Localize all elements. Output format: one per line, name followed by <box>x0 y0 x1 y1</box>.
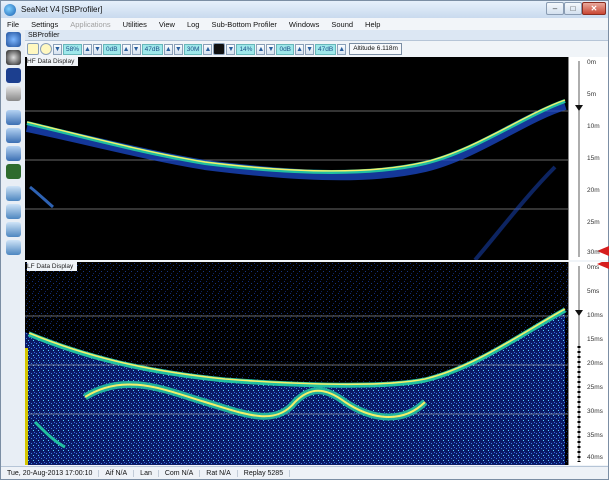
stop-icon[interactable] <box>6 68 21 83</box>
status-bar: Tue, 20-Aug-2013 17:00:10 Aif N/A Lan Co… <box>1 466 608 479</box>
hf-depth-marker <box>575 105 583 111</box>
lf-data-display[interactable]: LF Data Display <box>25 262 608 465</box>
left-toolbar <box>1 30 25 466</box>
hf-scale-label: 30m <box>587 249 600 256</box>
hf-seabed-echo <box>26 99 566 172</box>
help-icon[interactable] <box>6 32 21 47</box>
lf-db-up-button[interactable]: ▲ <box>295 43 305 55</box>
lf-db-value: 0dB <box>276 43 295 55</box>
hf-level-value: 47dB <box>141 43 163 55</box>
lf-scale-label: 40ms <box>587 454 603 461</box>
menu-sub-bottom-profiler[interactable]: Sub-Bottom Profiler <box>205 20 282 29</box>
lf-scale-label: 5ms <box>587 288 600 295</box>
lf-echogram <box>25 262 569 465</box>
hf-data-display[interactable]: HF Data Display <box>25 57 608 260</box>
lf-level-value: 47dB <box>315 43 337 55</box>
lf-scale-label: 25ms <box>587 384 603 391</box>
hf-echogram <box>25 99 569 260</box>
menu-help[interactable]: Help <box>359 20 386 29</box>
status-aif: Aif N/A <box>99 469 135 477</box>
lf-level-down-button[interactable]: ▼ <box>305 43 315 55</box>
subwindow-title: SBProfiler <box>25 30 608 41</box>
hf-side-echo <box>29 185 54 209</box>
print-icon[interactable] <box>6 110 21 125</box>
light-icon[interactable] <box>40 43 52 55</box>
hf-seabed-echo-mid <box>26 99 566 175</box>
altitude-readout: Altitude 6.118m <box>349 43 402 55</box>
app-window: SeaNet V4 [SBProfiler] – □ ✕ File Settin… <box>0 0 609 480</box>
status-lan: Lan <box>134 469 159 477</box>
lf-gain-up-button[interactable]: ▲ <box>256 43 266 55</box>
settings-icon[interactable] <box>27 43 39 55</box>
menu-view[interactable]: View <box>153 20 181 29</box>
title-bar: SeaNet V4 [SBProfiler] – □ ✕ <box>1 1 608 18</box>
menu-settings[interactable]: Settings <box>25 20 64 29</box>
hf-scale-label: 5m <box>587 91 597 98</box>
lf-scale-label: 35ms <box>587 432 603 439</box>
menu-log[interactable]: Log <box>181 20 206 29</box>
display-settings-icon[interactable] <box>6 164 21 179</box>
palette-icon[interactable] <box>213 43 226 55</box>
hf-side-echo-right <box>473 165 557 260</box>
menu-sound[interactable]: Sound <box>325 20 359 29</box>
monitor-icon[interactable] <box>6 186 21 201</box>
status-rat: Rat N/A <box>200 469 238 477</box>
hf-scale-label: 20m <box>587 187 600 194</box>
lf-scale-label: 20ms <box>587 360 603 367</box>
range-up-button[interactable]: ▲ <box>203 43 213 55</box>
close-button[interactable]: ✕ <box>582 2 606 15</box>
lf-db-down-button[interactable]: ▼ <box>266 43 276 55</box>
hf-level-down-button[interactable]: ▼ <box>131 43 141 55</box>
menu-utilities[interactable]: Utilities <box>117 20 153 29</box>
range-value: 30M <box>183 43 203 55</box>
lf-depth-scale: 0ms 5ms 10ms 15ms 20ms 25ms 30ms 35ms 40… <box>568 262 609 465</box>
computer-icon[interactable] <box>6 222 21 237</box>
lf-scale-label: 10ms <box>587 312 603 319</box>
window-title: SeaNet V4 [SBProfiler] <box>21 5 103 14</box>
status-datetime: Tue, 20-Aug-2013 17:00:10 <box>1 469 100 477</box>
record-icon[interactable] <box>6 146 21 161</box>
print-preview-icon[interactable] <box>6 128 21 143</box>
lf-panel-label: LF Data Display <box>27 262 78 271</box>
hf-db-value: 0dB <box>103 43 121 55</box>
hf-depth-scale: 0m 5m 10m 15m 20m 25m 30m <box>568 57 609 260</box>
menu-bar: File Settings Applications Utilities Vie… <box>1 18 608 30</box>
menu-file[interactable]: File <box>1 20 25 29</box>
lf-scale-label: 30ms <box>587 408 603 415</box>
hf-level-up-button[interactable]: ▲ <box>163 43 173 55</box>
lf-scale-label: 15ms <box>587 336 603 343</box>
menu-applications: Applications <box>70 19 111 29</box>
lf-edge-bar <box>25 348 28 465</box>
lf-gain-value: 14% <box>236 43 256 55</box>
hf-gain-value: 58% <box>63 43 83 55</box>
menu-windows[interactable]: Windows <box>283 20 325 29</box>
maximize-button[interactable]: □ <box>564 2 582 15</box>
app-icon <box>4 3 16 16</box>
hf-scale-label: 0m <box>587 59 597 66</box>
status-com: Com N/A <box>159 469 201 477</box>
lf-depth-marker <box>575 310 583 316</box>
control-bar: ▼ 58% ▲ ▼ 0dB ▲ ▼ 47dB ▲ ▼ 30M ▲ ▼ 14% ▲… <box>25 41 608 57</box>
hf-db-down-button[interactable]: ▼ <box>93 43 103 55</box>
hf-scale-label: 15m <box>587 155 600 162</box>
lf-level-up-button[interactable]: ▲ <box>337 43 347 55</box>
hf-scale-label: 10m <box>587 123 600 130</box>
network-icon[interactable] <box>6 204 21 219</box>
lf-gain-down-button[interactable]: ▼ <box>226 43 236 55</box>
hf-panel-label: HF Data Display <box>27 57 79 66</box>
hf-gain-down-button[interactable]: ▼ <box>53 43 62 55</box>
hf-gain-up-button[interactable]: ▲ <box>83 43 93 55</box>
computer-network-icon[interactable] <box>6 240 21 255</box>
sonar-head-icon[interactable] <box>6 50 21 65</box>
minimize-button[interactable]: – <box>546 2 564 15</box>
hf-scale-label: 25m <box>587 219 600 226</box>
lf-scale-label: 0ms <box>587 264 600 271</box>
range-down-button[interactable]: ▼ <box>173 43 183 55</box>
hf-db-up-button[interactable]: ▲ <box>121 43 131 55</box>
sbprofiler-subwindow: SBProfiler ▼ 58% ▲ ▼ 0dB ▲ ▼ 47dB ▲ ▼ 30… <box>25 30 609 466</box>
status-replay: Replay 5285 <box>238 469 291 477</box>
connect-icon[interactable] <box>6 86 21 101</box>
